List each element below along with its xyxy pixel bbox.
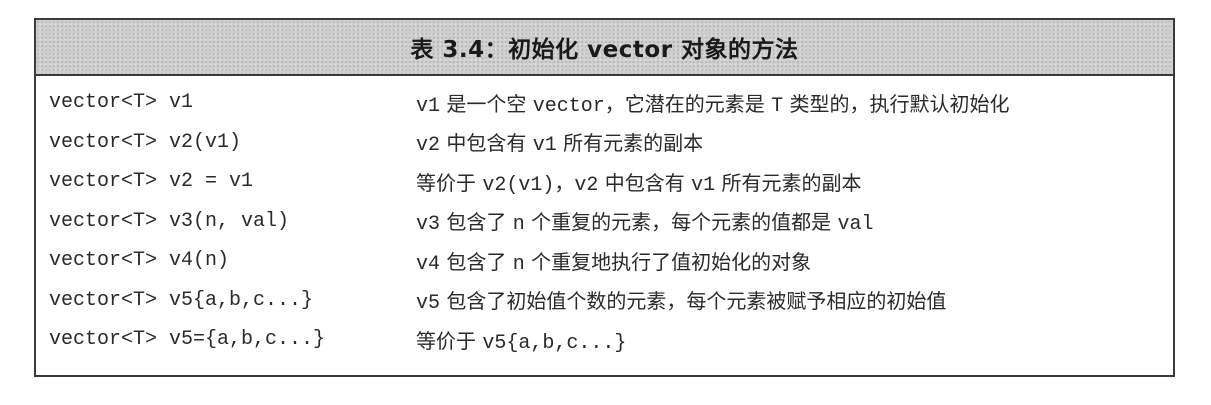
description-text: 等价于 [416, 170, 483, 195]
code-fragment: v1 [691, 173, 716, 197]
code-cell: vector<T> v2(v1) [49, 130, 242, 154]
table-row: vector<T> v1 v1 是一个空 vector，它潜在的元素是 T 类型的… [36, 83, 1173, 123]
description-text: ， [554, 170, 575, 195]
description-text: 所有元素的副本 [715, 170, 862, 195]
code-fragment: v2(v1) [482, 173, 555, 197]
description-text: 包含了 [440, 249, 513, 274]
description-text: 所有元素的副本 [556, 131, 704, 156]
code-fragment: vector [532, 94, 605, 118]
table-row: vector<T> v2(v1) v2 中包含有 v1 所有元素的副本 [36, 123, 1173, 163]
table-header: 表 3.4：初始化 vector 对象的方法 [36, 20, 1173, 76]
code-cell: vector<T> v3(n, val) [49, 209, 290, 233]
code-fragment: n [512, 213, 525, 237]
description-text: 个重复的元素，每个元素的值都是 [524, 210, 838, 235]
description-cell: v3 包含了 n 个重复的元素，每个元素的值都是 val [416, 206, 1173, 236]
description-cell: 等价于 v2(v1)，v2 中包含有 v1 所有元素的副本 [416, 167, 1173, 197]
description-text: 包含了 [440, 210, 513, 235]
description-cell: v1 是一个空 vector，它潜在的元素是 T 类型的，执行默认初始化 [416, 88, 1173, 118]
code-cell: vector<T> v5{a,b,c...} [49, 288, 314, 312]
description-cell: v2 中包含有 v1 所有元素的副本 [416, 127, 1173, 157]
code-fragment: val [837, 213, 874, 237]
table-row: vector<T> v4(n) v4 包含了 n 个重复地执行了值初始化的对象 [36, 241, 1173, 281]
code-fragment: T [771, 94, 784, 118]
code-cell: vector<T> v2 = v1 [49, 170, 254, 194]
table-title: 表 3.4：初始化 vector 对象的方法 [410, 37, 799, 63]
code-cell: vector<T> v4(n) [49, 249, 230, 273]
description-text: 包含了初始值个数的元素，每个元素被赋予相应的初始值 [440, 289, 947, 314]
description-text: 类型的，执行默认初始化 [783, 91, 1010, 116]
code-fragment: n [512, 252, 525, 276]
code-fragment: v5 [416, 292, 441, 316]
description-text: 等价于 [416, 328, 483, 353]
code-fragment: v2 [416, 134, 441, 158]
description-cell: v4 包含了 n 个重复地执行了值初始化的对象 [416, 246, 1173, 276]
description-text: 中包含有 [440, 131, 533, 156]
vector-init-table: 表 3.4：初始化 vector 对象的方法 vector<T> v1 v1 是一… [34, 18, 1175, 377]
code-fragment: v3 [416, 213, 441, 237]
table-row: vector<T> v2 = v1 等价于 v2(v1)，v2 中包含有 v1 所… [36, 162, 1173, 202]
description-text: 中包含有 [598, 170, 692, 195]
code-fragment: v5{a,b,c...} [482, 331, 627, 355]
table-row: vector<T> v5{a,b,c...} v5 包含了初始值个数的元素，每个元… [36, 281, 1173, 321]
description-text: ，它潜在的元素是 [604, 91, 772, 116]
table-body: vector<T> v1 v1 是一个空 vector，它潜在的元素是 T 类型的… [36, 76, 1173, 360]
code-fragment: v4 [416, 252, 441, 276]
code-fragment: v2 [574, 173, 599, 197]
code-fragment: v1 [416, 94, 441, 118]
description-text: 个重复地执行了值初始化的对象 [524, 249, 812, 274]
code-fragment: v1 [532, 134, 557, 158]
code-cell: vector<T> v1 [49, 91, 194, 115]
description-cell: v5 包含了初始值个数的元素，每个元素被赋予相应的初始值 [416, 285, 1173, 315]
table-row: vector<T> v3(n, val) v3 包含了 n 个重复的元素，每个元素… [36, 202, 1173, 242]
code-cell: vector<T> v5={a,b,c...} [49, 328, 326, 352]
description-text: 是一个空 [440, 91, 533, 116]
description-cell: 等价于 v5{a,b,c...} [416, 325, 1173, 355]
table-row: vector<T> v5={a,b,c...} 等价于 v5{a,b,c...} [36, 320, 1173, 360]
